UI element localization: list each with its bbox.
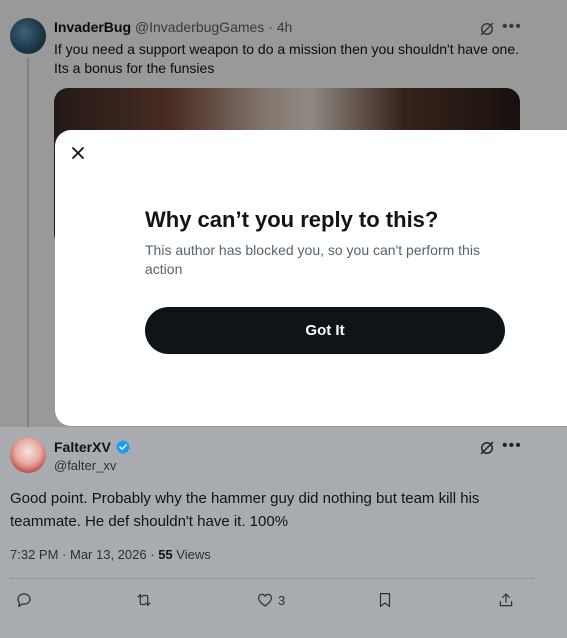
grok-icon[interactable] — [478, 439, 496, 457]
like-button[interactable]: 3 — [256, 591, 285, 609]
verified-badge-icon[interactable] — [115, 439, 131, 455]
avatar[interactable] — [10, 437, 46, 473]
blocked-reply-dialog: Why can’t you reply to this? This author… — [55, 130, 567, 426]
author-name[interactable]: FalterXV — [54, 439, 111, 455]
tweet-meta: 7:32 PM · Mar 13, 2026 · 55 Views — [10, 547, 211, 562]
tweet-time[interactable]: 7:32 PM — [10, 547, 58, 562]
like-count: 3 — [278, 592, 286, 608]
dialog-title: Why can’t you reply to this? — [145, 207, 439, 232]
close-icon — [72, 147, 84, 159]
reply-tweet: FalterXV @falter_xv ••• Good point. Prob… — [0, 427, 567, 638]
tweet-text: Good point. Probably why the hammer guy … — [10, 490, 480, 530]
tweet-actions: 3 — [0, 587, 567, 615]
like-icon — [258, 593, 272, 607]
tweet-date[interactable]: Mar 13, 2026 — [70, 547, 147, 562]
got-it-button[interactable]: Got It — [145, 307, 505, 354]
author-handle[interactable]: @falter_xv — [54, 458, 116, 473]
reply-icon — [17, 593, 31, 607]
more-icon[interactable]: ••• — [502, 437, 522, 455]
retweet-button[interactable] — [135, 591, 153, 609]
views-count: 55 — [158, 547, 173, 562]
bookmark-icon — [379, 593, 391, 607]
retweet-icon — [137, 594, 151, 606]
close-button[interactable] — [67, 142, 89, 164]
bookmark-button[interactable] — [376, 591, 394, 609]
share-button[interactable] — [497, 591, 515, 609]
author-name-row: FalterXV — [54, 439, 131, 455]
dialog-description: This author has blocked you, so you can'… — [145, 242, 480, 277]
views-label: Views — [176, 547, 211, 562]
reply-button[interactable] — [15, 591, 33, 609]
share-icon — [499, 593, 513, 607]
divider — [10, 578, 534, 579]
